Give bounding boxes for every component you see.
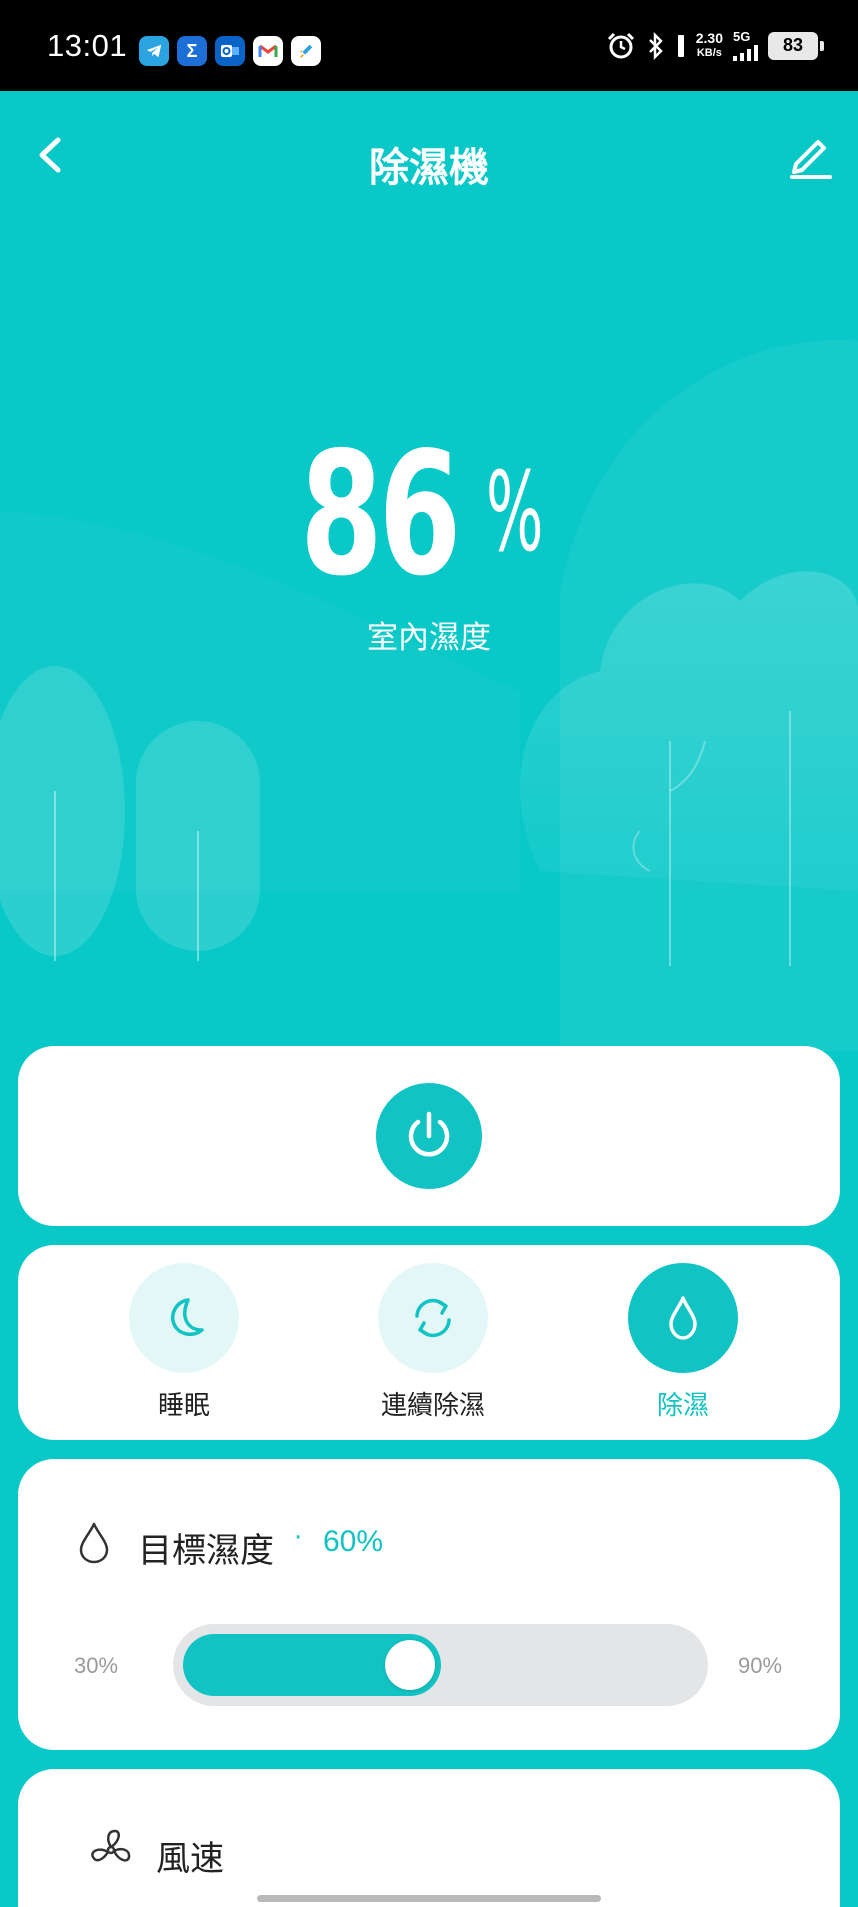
mode-label: 除濕 [656,1391,709,1421]
target-humidity-value: 60% [323,1525,384,1558]
sigma-app-icon: Σ [177,36,207,66]
page-title: 除濕機 [369,145,489,191]
mode-continuous-button[interactable] [378,1263,488,1373]
fan-speed-title: 風速 [156,1839,224,1879]
home-indicator[interactable] [257,1895,601,1902]
slider-min-label: 30% [74,1653,119,1678]
status-bar: 13:01 Σ 2.30 KB/s 5G 83 [0,0,858,91]
mode-sleep[interactable]: 睡眠 [84,1263,284,1422]
slider-thumb[interactable] [385,1640,435,1690]
mode-dehumidify-button[interactable] [628,1263,738,1373]
modes-card: 睡眠 連續除濕 除濕 [18,1245,840,1440]
mode-sleep-button[interactable] [129,1263,239,1373]
cycle-icon [415,1298,451,1338]
power-card [18,1046,840,1226]
battery-saver-icon [677,34,684,57]
network-speed-unit: KB/s [696,46,722,59]
signal-bars-icon [733,45,758,61]
mode-dehumidify[interactable]: 除濕 [583,1263,783,1422]
mode-label: 連續除濕 [380,1391,485,1421]
status-time: 13:01 [47,28,128,63]
mode-label: 睡眠 [157,1391,210,1421]
fan-icon [91,1829,131,1862]
fan-speed-card: 風速 [18,1769,840,1907]
humidity-readout: 86 % [300,420,560,610]
rocket-app-icon [291,36,321,66]
battery-indicator: 83 [768,31,824,60]
edit-button[interactable] [782,130,834,182]
mode-continuous[interactable]: 連續除濕 [333,1263,533,1422]
signal-indicator: 5G [733,30,758,61]
humidity-label: 室內濕度 [367,620,491,656]
status-indicators: 2.30 KB/s 5G 83 [606,29,824,61]
power-button[interactable] [376,1083,482,1189]
water-drop-icon [669,1296,697,1340]
outlook-icon [215,36,245,66]
bluetooth-icon [648,31,663,60]
network-type: 5G [733,29,751,44]
target-humidity-card: 目標濕度 · 60% 30% 90% [18,1459,840,1750]
target-humidity-slider[interactable] [173,1624,708,1706]
status-app-icons: Σ [139,36,321,66]
target-humidity-separator: · [294,1523,303,1553]
gmail-icon [253,36,283,66]
water-drop-outline-icon [79,1522,109,1564]
telegram-icon [139,36,169,66]
pencil-icon [790,140,832,179]
target-humidity-title: 目標濕度 [138,1531,274,1571]
network-speed: 2.30 KB/s [695,29,723,61]
power-icon [408,1111,450,1157]
network-speed-value: 2.30 [695,29,723,46]
slider-max-label: 90% [738,1653,783,1678]
humidity-unit: % [486,448,544,576]
moon-icon [171,1298,204,1336]
humidity-value: 86 [300,416,461,614]
alarm-icon [607,32,634,58]
